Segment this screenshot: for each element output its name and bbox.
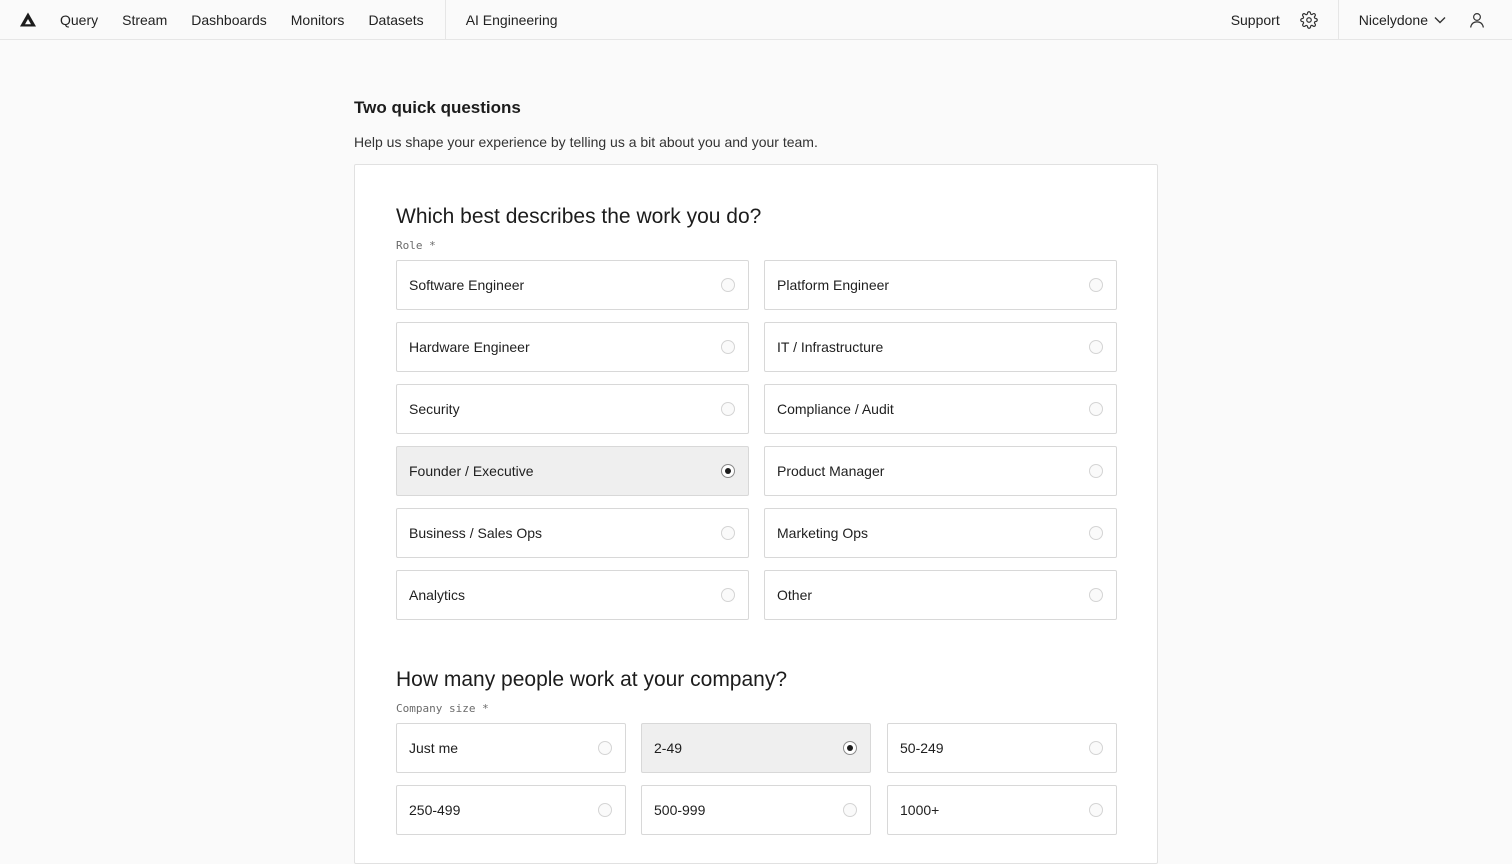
radio-icon[interactable] bbox=[721, 588, 735, 602]
role-option-label: Analytics bbox=[409, 587, 466, 603]
size-option-label: 50-249 bbox=[900, 740, 944, 756]
main-nav: Query Stream Dashboards Monitors Dataset… bbox=[60, 0, 582, 40]
size-option-50-249[interactable]: 50-249 bbox=[887, 723, 1117, 773]
size-option-2-49[interactable]: 2-49 bbox=[641, 723, 871, 773]
radio-icon[interactable] bbox=[843, 803, 857, 817]
role-option-hardware-engineer[interactable]: Hardware Engineer bbox=[396, 322, 749, 372]
role-option-it-infrastructure[interactable]: IT / Infrastructure bbox=[764, 322, 1117, 372]
questions-card: Which best describes the work you do? Ro… bbox=[354, 164, 1158, 864]
page-title: Two quick questions bbox=[354, 98, 521, 117]
radio-icon[interactable] bbox=[1089, 278, 1103, 292]
size-option-label: 2-49 bbox=[654, 740, 683, 756]
role-option-label: Software Engineer bbox=[409, 277, 525, 293]
radio-icon[interactable] bbox=[721, 526, 735, 540]
nav-monitors[interactable]: Monitors bbox=[291, 12, 345, 28]
radio-icon[interactable] bbox=[721, 278, 735, 292]
radio-icon[interactable] bbox=[1089, 588, 1103, 602]
nav-datasets[interactable]: Datasets bbox=[368, 12, 423, 28]
role-option-platform-engineer[interactable]: Platform Engineer bbox=[764, 260, 1117, 310]
topbar-divider bbox=[1337, 0, 1339, 40]
size-option-label: 1000+ bbox=[900, 802, 940, 818]
role-option-product-manager[interactable]: Product Manager bbox=[764, 446, 1117, 496]
radio-icon[interactable] bbox=[1089, 402, 1103, 416]
radio-icon[interactable] bbox=[598, 741, 612, 755]
chevron-down-icon bbox=[1434, 17, 1446, 24]
role-question-heading: Which best describes the work you do? bbox=[396, 205, 762, 228]
size-question-heading: How many people work at your company? bbox=[396, 668, 788, 691]
radio-icon[interactable] bbox=[721, 402, 735, 416]
org-switcher[interactable]: Nicelydone bbox=[1359, 12, 1446, 28]
radio-icon[interactable] bbox=[1089, 340, 1103, 354]
radio-icon[interactable] bbox=[1089, 526, 1103, 540]
size-option-500-999[interactable]: 500-999 bbox=[641, 785, 871, 835]
nav-ai-engineering[interactable]: AI Engineering bbox=[466, 12, 558, 28]
page-subtitle: Help us shape your experience by telling… bbox=[354, 134, 818, 150]
role-option-label: Compliance / Audit bbox=[777, 401, 894, 417]
role-option-business-sales-ops[interactable]: Business / Sales Ops bbox=[396, 508, 749, 558]
role-option-label: Product Manager bbox=[777, 463, 885, 479]
role-option-security[interactable]: Security bbox=[396, 384, 749, 434]
size-field-label: Company size * bbox=[396, 702, 489, 715]
nav-divider bbox=[444, 0, 446, 40]
role-option-label: Marketing Ops bbox=[777, 525, 869, 541]
gear-icon[interactable] bbox=[1299, 11, 1318, 29]
size-option-250-499[interactable]: 250-499 bbox=[396, 785, 626, 835]
size-option-just-me[interactable]: Just me bbox=[396, 723, 626, 773]
size-option-label: 500-999 bbox=[654, 802, 706, 818]
role-option-label: Hardware Engineer bbox=[409, 339, 530, 355]
user-icon[interactable] bbox=[1468, 11, 1486, 29]
nav-query[interactable]: Query bbox=[60, 12, 98, 28]
role-field-label: Role * bbox=[396, 239, 436, 252]
role-option-label: IT / Infrastructure bbox=[777, 339, 884, 355]
role-option-label: Other bbox=[777, 587, 813, 603]
nav-dashboards[interactable]: Dashboards bbox=[191, 12, 267, 28]
role-option-label: Business / Sales Ops bbox=[409, 525, 543, 541]
top-navigation-bar: Query Stream Dashboards Monitors Dataset… bbox=[0, 0, 1512, 40]
axiom-logo-icon[interactable] bbox=[19, 11, 37, 29]
size-option-label: 250-499 bbox=[409, 802, 461, 818]
org-name: Nicelydone bbox=[1358, 12, 1428, 28]
role-option-label: Security bbox=[409, 401, 460, 417]
nav-stream[interactable]: Stream bbox=[122, 12, 167, 28]
radio-icon[interactable] bbox=[598, 803, 612, 817]
support-link[interactable]: Support bbox=[1231, 12, 1280, 28]
radio-icon[interactable] bbox=[1089, 741, 1103, 755]
size-option-label: Just me bbox=[409, 740, 459, 756]
size-option-1000[interactable]: 1000+ bbox=[887, 785, 1117, 835]
role-option-marketing-ops[interactable]: Marketing Ops bbox=[764, 508, 1117, 558]
role-option-label: Platform Engineer bbox=[777, 277, 890, 293]
radio-selected-icon[interactable] bbox=[843, 741, 857, 755]
role-option-founder-executive[interactable]: Founder / Executive bbox=[396, 446, 749, 496]
radio-icon[interactable] bbox=[1089, 464, 1103, 478]
role-option-label: Founder / Executive bbox=[409, 463, 534, 479]
radio-selected-icon[interactable] bbox=[721, 464, 735, 478]
topbar-right: Support Nicelydone bbox=[1231, 0, 1512, 40]
radio-icon[interactable] bbox=[1089, 803, 1103, 817]
role-option-software-engineer[interactable]: Software Engineer bbox=[396, 260, 749, 310]
radio-icon[interactable] bbox=[721, 340, 735, 354]
role-option-compliance-audit[interactable]: Compliance / Audit bbox=[764, 384, 1117, 434]
role-option-analytics[interactable]: Analytics bbox=[396, 570, 749, 620]
role-option-other[interactable]: Other bbox=[764, 570, 1117, 620]
